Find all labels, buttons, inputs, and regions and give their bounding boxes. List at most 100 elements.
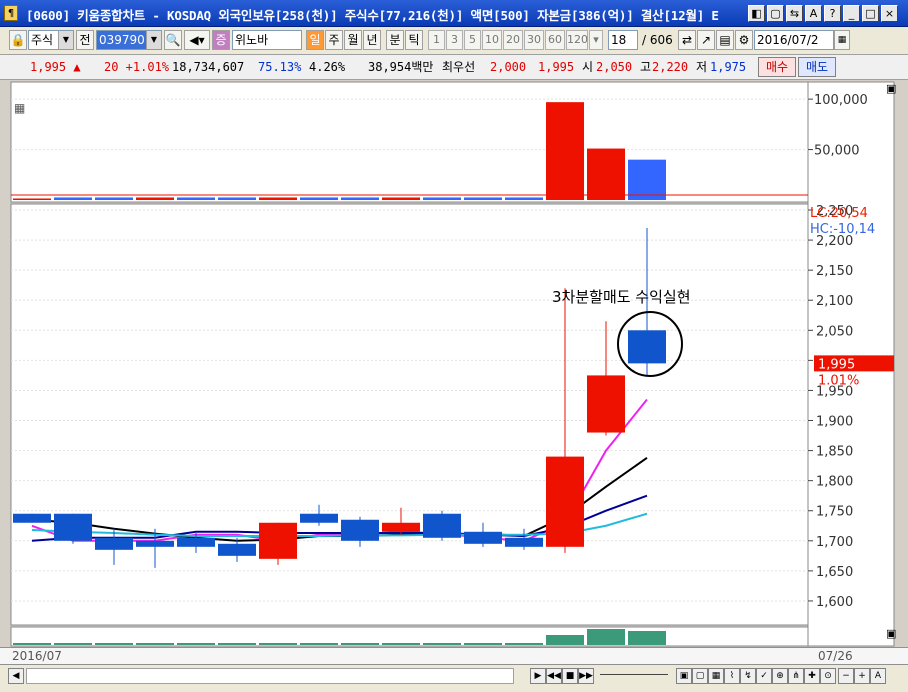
candle-body xyxy=(13,513,51,523)
crosshair-icon[interactable]: ✚ xyxy=(804,668,820,684)
volume-tick-label: 100,000 xyxy=(814,93,868,108)
chart-scrollbar[interactable]: ◀ ▶ ◀◀ ■ ▶▶ ▣ ▢ ▦ ⌇ ↯ ✓ ⊕ ⋔ ✚ ⊙ − + A xyxy=(0,665,908,692)
count-input[interactable]: 18 xyxy=(608,30,638,50)
gear-icon[interactable]: ⚙ xyxy=(735,30,753,50)
interval-button-10[interactable]: 10 xyxy=(482,30,502,50)
swap-icon[interactable]: ⇆ xyxy=(786,5,803,22)
interval-button-60[interactable]: 60 xyxy=(545,30,565,50)
lock-icon[interactable]: 🔒 xyxy=(9,30,27,50)
buy-button[interactable]: 매수 xyxy=(758,57,796,77)
hc-label: HC:-10,14 xyxy=(810,222,875,237)
save-icon[interactable]: ▤ xyxy=(716,30,734,50)
scroll-right-icon[interactable]: ▶ xyxy=(530,668,546,684)
candle-body xyxy=(546,456,584,547)
compare-icon[interactable]: ⊕ xyxy=(772,668,788,684)
bar-chart-icon[interactable]: ↯ xyxy=(740,668,756,684)
candle-icon[interactable]: ✓ xyxy=(756,668,772,684)
period-year-button[interactable]: 년 xyxy=(363,30,381,50)
current-price-label: 1,995 xyxy=(818,357,855,372)
window-icon[interactable]: ▢ xyxy=(692,668,708,684)
date-input[interactable]: 2016/07/2 xyxy=(754,30,834,50)
arrows-icon[interactable]: ⇄ xyxy=(678,30,696,50)
font-icon[interactable]: A xyxy=(805,5,822,22)
window-title: [0600] 키움종합차트 - KOSDAQ 외국인보유[258(천)] 주식수… xyxy=(26,8,719,23)
layout-icon[interactable]: ▣ xyxy=(676,668,692,684)
volume-panel-close-icon: ▣ xyxy=(886,82,896,95)
zoom-in-icon[interactable]: + xyxy=(854,668,870,684)
trade-amount: 38,954백만 xyxy=(368,60,434,74)
price-tick-label: 1,700 xyxy=(816,535,853,550)
code-input[interactable]: 039790 ▼ xyxy=(96,30,162,50)
high-price: 2,220 xyxy=(652,60,689,74)
current-price: 1,995 ▲ xyxy=(30,60,81,74)
minimize-icon[interactable]: _ xyxy=(843,5,860,22)
zoom-slider[interactable] xyxy=(600,674,668,675)
period-day-button[interactable]: 일 xyxy=(306,30,324,50)
chevron-down-icon[interactable]: ▼ xyxy=(58,31,73,49)
trade-volume: 18,734,607 xyxy=(172,60,245,74)
window-icon[interactable]: ▢ xyxy=(767,5,784,22)
close-icon[interactable]: × xyxy=(881,5,898,22)
period-week-button[interactable]: 주 xyxy=(325,30,343,50)
indicator-bar xyxy=(218,643,256,645)
last-icon[interactable]: ▶▶ xyxy=(578,668,594,684)
period-tick-button[interactable]: 틱 xyxy=(405,30,423,50)
volume-bar xyxy=(13,198,51,200)
indicator-bar xyxy=(423,643,461,645)
lc-label: LC:20,54 xyxy=(810,206,868,221)
indicator-icon[interactable]: ⋔ xyxy=(788,668,804,684)
calendar-icon[interactable]: ▦ xyxy=(834,30,850,50)
interval-button-120[interactable]: 120 xyxy=(566,30,588,50)
volume-bar xyxy=(423,197,461,200)
indicator-bar xyxy=(587,629,625,645)
tile-icon[interactable]: ◧ xyxy=(748,5,765,22)
price-tick-label: 2,100 xyxy=(816,294,853,309)
search-icon[interactable]: 🔍 xyxy=(164,30,182,50)
price-chart[interactable]: 100,00050,000▣▦2,2502,2002,1502,1002,050… xyxy=(0,80,908,647)
chart-annotation: 3차분할매도 수익실현 xyxy=(552,288,691,306)
volume-bar xyxy=(628,159,666,200)
line-chart-icon[interactable]: ⌇ xyxy=(724,668,740,684)
indicator-bar xyxy=(177,643,215,645)
auto-scale-icon[interactable]: A xyxy=(870,668,886,684)
volume-ratio: 75.13% xyxy=(258,60,302,74)
code-input-value: 039790 xyxy=(99,33,145,47)
bid-price: 1,995 xyxy=(538,60,575,74)
maximize-icon[interactable]: □ xyxy=(862,5,879,22)
period-minute-button[interactable]: 분 xyxy=(386,30,404,50)
open-price: 2,050 xyxy=(596,60,633,74)
chart-icon[interactable]: ↗ xyxy=(697,30,715,50)
clock-icon[interactable]: ⊙ xyxy=(820,668,836,684)
first-icon[interactable]: ◀◀ xyxy=(546,668,562,684)
price-tick-label: 1,850 xyxy=(816,445,853,460)
stop-icon[interactable]: ■ xyxy=(562,668,578,684)
current-change-label: 1.01% xyxy=(818,373,859,388)
interval-button-3[interactable]: 3 xyxy=(446,30,463,50)
candle-body xyxy=(218,543,256,556)
speaker-icon[interactable]: ◀▾ xyxy=(184,30,210,50)
app-icon: ¶ xyxy=(4,5,18,21)
candle-body xyxy=(259,522,297,559)
volume-bar xyxy=(341,197,379,200)
period-month-button[interactable]: 월 xyxy=(344,30,362,50)
volume-bar xyxy=(177,197,215,200)
interval-button-30[interactable]: 30 xyxy=(524,30,544,50)
market-select[interactable]: 주식 ▼ xyxy=(28,30,74,50)
interval-button-20[interactable]: 20 xyxy=(503,30,523,50)
scroll-left-icon[interactable]: ◀ xyxy=(8,668,24,684)
sell-button[interactable]: 매도 xyxy=(798,57,836,77)
volume-bar xyxy=(505,197,543,200)
chevron-down-icon[interactable]: ▾ xyxy=(589,30,603,50)
grid-icon[interactable]: ▦ xyxy=(708,668,724,684)
interval-button-1[interactable]: 1 xyxy=(428,30,445,50)
interval-button-5[interactable]: 5 xyxy=(464,30,481,50)
best-quote-label: 최우선 xyxy=(442,60,476,74)
zoom-out-icon[interactable]: − xyxy=(838,668,854,684)
prev-button[interactable]: 전 xyxy=(76,30,94,50)
price-tick-label: 1,900 xyxy=(816,415,853,430)
indicator-bar xyxy=(95,643,133,645)
scroll-track[interactable] xyxy=(26,668,514,684)
volume-bar xyxy=(136,197,174,200)
chevron-down-icon[interactable]: ▼ xyxy=(146,31,161,49)
help-icon[interactable]: ? xyxy=(824,5,841,22)
